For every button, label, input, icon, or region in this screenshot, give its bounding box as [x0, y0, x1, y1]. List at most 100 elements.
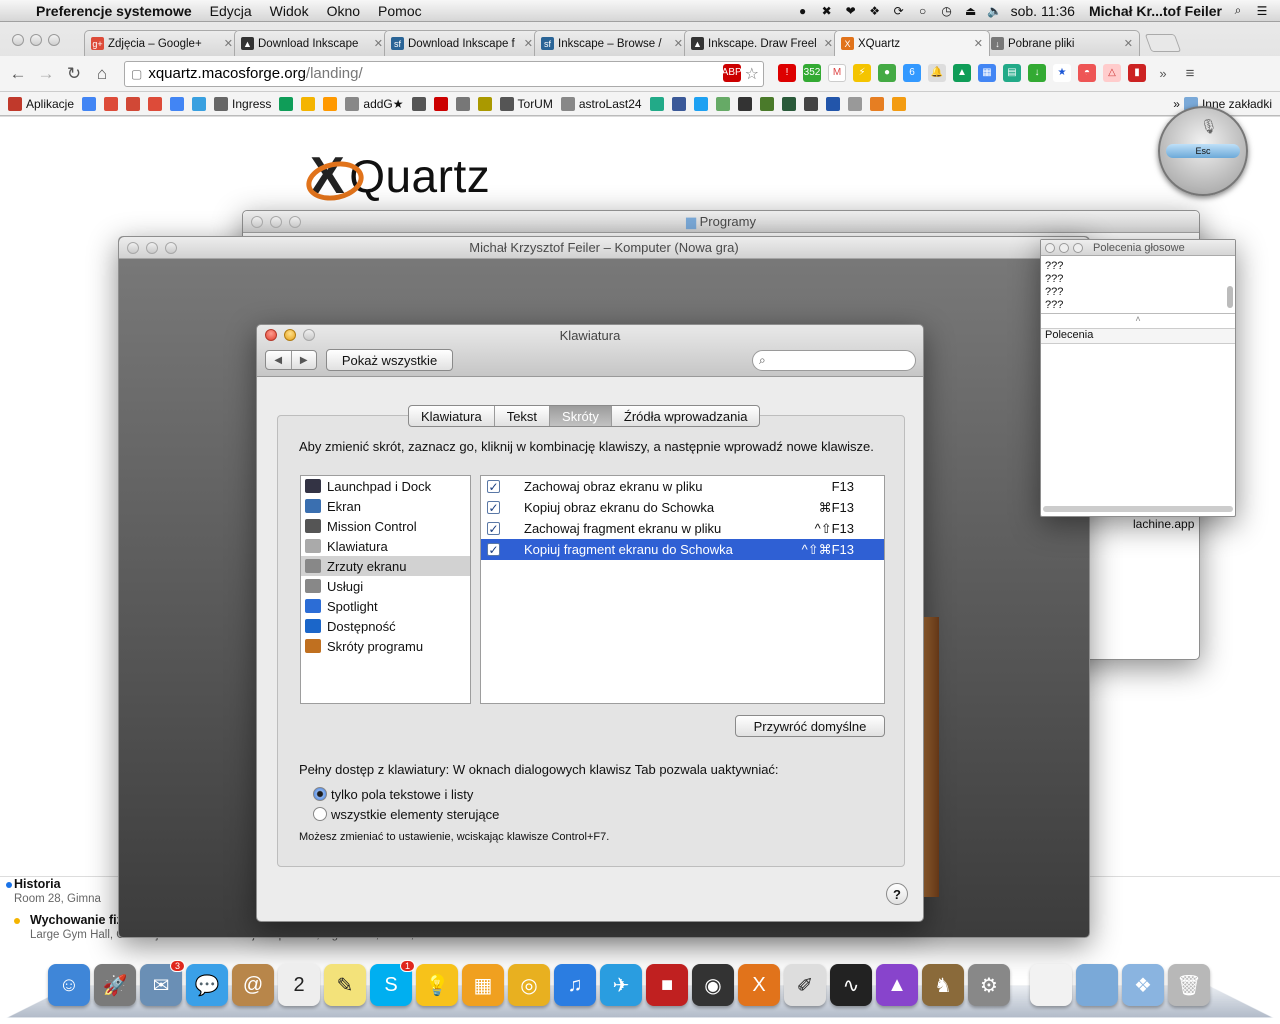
extension-icon[interactable]: ⚡: [853, 63, 871, 82]
browser-tab[interactable]: ▲ Download Inkscape ✕: [234, 30, 390, 56]
bookmark-item[interactable]: [104, 96, 119, 111]
tab-0[interactable]: Klawiatura: [409, 406, 494, 426]
close-button[interactable]: [1045, 242, 1055, 253]
bell-icon[interactable]: 🔔: [928, 63, 946, 82]
bookmark-item[interactable]: [192, 96, 207, 111]
bookmark-item[interactable]: addG★: [345, 96, 404, 111]
menu-help[interactable]: Pomoc: [369, 3, 431, 19]
menu-app-name[interactable]: Preferencje systemowe: [27, 3, 201, 19]
category-item[interactable]: Launchpad i Dock: [301, 476, 470, 496]
tab-close-icon[interactable]: ✕: [824, 37, 833, 50]
shortcut-key[interactable]: ^⇧⌘F13: [794, 542, 884, 558]
bookmark-item[interactable]: [869, 96, 884, 111]
bookmark-item[interactable]: [126, 96, 141, 111]
close-button[interactable]: [265, 329, 277, 341]
dock-contacts-icon[interactable]: @: [232, 964, 274, 1006]
help-button[interactable]: ?: [886, 883, 908, 905]
browser-tab[interactable]: sf Download Inkscape f ✕: [384, 30, 540, 56]
tab-1[interactable]: Tekst: [493, 406, 549, 426]
bookmark-item[interactable]: [693, 96, 708, 111]
new-tab-button[interactable]: [1144, 34, 1182, 52]
bookmark-item[interactable]: Aplikacje: [8, 96, 74, 111]
scrollbar[interactable]: [1043, 506, 1233, 512]
tab-close-icon[interactable]: ✕: [374, 37, 383, 50]
dock-office-icon[interactable]: ■: [646, 964, 688, 1006]
extension-icon[interactable]: ▤: [1003, 63, 1021, 82]
dock-document-icon[interactable]: [1030, 964, 1072, 1006]
dock-calendar-icon[interactable]: 2: [278, 964, 320, 1006]
eject-icon[interactable]: ⏏: [963, 3, 979, 19]
drive-icon[interactable]: ▲: [953, 63, 971, 82]
time-machine-icon[interactable]: ◷: [939, 3, 955, 19]
zoom-button[interactable]: [289, 215, 301, 228]
bookmark-star-icon[interactable]: ☆: [745, 64, 759, 84]
dock-messages-icon[interactable]: 💬: [186, 964, 228, 1006]
extension-icon[interactable]: ●: [878, 63, 896, 82]
category-item[interactable]: Spotlight: [301, 596, 470, 616]
minimize-button[interactable]: [270, 215, 282, 228]
dock-grid-icon[interactable]: ▦: [462, 964, 504, 1006]
bookmark-item[interactable]: [301, 96, 316, 111]
tab-close-icon[interactable]: ✕: [224, 37, 233, 50]
show-all-button[interactable]: Pokaż wszystkie: [326, 349, 453, 371]
dock-dropbox-icon[interactable]: ❖: [1122, 964, 1164, 1006]
home-icon[interactable]: ⌂: [92, 64, 112, 84]
bookmark-item[interactable]: [433, 96, 448, 111]
radio-button[interactable]: [313, 807, 327, 821]
extension-icon[interactable]: 352: [803, 63, 821, 82]
shortcut-list[interactable]: ✓ Zachowaj obraz ekranu w pliku F13 ✓ Kopiuj…: [480, 475, 885, 704]
tab-close-icon[interactable]: ✕: [674, 37, 683, 50]
spoken-lines-list[interactable]: ??? ??? ??? ???: [1041, 256, 1235, 314]
menu-clock[interactable]: sob. 11:36: [1011, 3, 1075, 19]
forward-button[interactable]: ▶: [290, 351, 317, 369]
tab-3[interactable]: Źródła wprowadzania: [610, 406, 760, 426]
status-icon[interactable]: ✖: [819, 3, 835, 19]
extension-icon[interactable]: △: [1103, 63, 1121, 82]
bookmark-item[interactable]: [847, 96, 862, 111]
bookmark-item[interactable]: [715, 96, 730, 111]
dock-script-icon[interactable]: ✐: [784, 964, 826, 1006]
minimize-button[interactable]: [284, 329, 296, 341]
dock-itunes-icon[interactable]: ♫: [554, 964, 596, 1006]
extension-icon[interactable]: 6: [903, 63, 921, 82]
browser-tab[interactable]: ↓ Pobrane pliki ✕: [984, 30, 1140, 56]
bookmark-item[interactable]: [759, 96, 774, 111]
browser-tab[interactable]: sf Inkscape – Browse / ✕: [534, 30, 690, 56]
category-list[interactable]: Launchpad i Dock Ekran Mission Control Klaw…: [300, 475, 471, 704]
splitter-handle[interactable]: ˄: [1041, 314, 1235, 328]
bookmark-item[interactable]: [671, 96, 686, 111]
extension-icon[interactable]: !: [778, 63, 796, 82]
shortcut-checkbox[interactable]: ✓: [487, 522, 500, 536]
zoom-button[interactable]: [303, 329, 315, 341]
minimize-button[interactable]: [146, 241, 158, 254]
star-icon[interactable]: ★: [1053, 63, 1071, 82]
tab-2[interactable]: Skróty: [549, 406, 611, 426]
shortcut-checkbox[interactable]: ✓: [487, 501, 500, 515]
dropbox-icon[interactable]: ❖: [867, 3, 883, 19]
bookmark-item[interactable]: [323, 96, 338, 111]
bookmark-item[interactable]: [411, 96, 426, 111]
category-item[interactable]: Ekran: [301, 496, 470, 516]
notification-center-icon[interactable]: ☰: [1254, 3, 1270, 19]
status-icon[interactable]: ❤: [843, 3, 859, 19]
bookmark-item[interactable]: [781, 96, 796, 111]
shortcut-key[interactable]: ⌘F13: [794, 500, 884, 516]
speech-feedback-window[interactable]: Esc 🎙: [1158, 106, 1248, 196]
bookmark-item[interactable]: [148, 96, 163, 111]
dock-folder-icon[interactable]: [1076, 964, 1118, 1006]
forward-icon[interactable]: →: [36, 64, 56, 84]
close-button[interactable]: [127, 241, 139, 254]
scrollbar[interactable]: [1227, 286, 1233, 308]
gmail-icon[interactable]: M: [828, 63, 846, 82]
category-item[interactable]: Dostępność: [301, 616, 470, 636]
category-item[interactable]: Skróty programu: [301, 636, 470, 656]
dock-launchpad-icon[interactable]: 🚀: [94, 964, 136, 1006]
dock-activity-icon[interactable]: ∿: [830, 964, 872, 1006]
tab-close-icon[interactable]: ✕: [524, 37, 533, 50]
agenda-item[interactable]: Historia Room 28, Gimna: [6, 877, 101, 905]
search-field[interactable]: ⌕: [752, 350, 916, 371]
dock-steam-icon[interactable]: ◉: [692, 964, 734, 1006]
extension-icon[interactable]: ↓: [1028, 63, 1046, 82]
calendar-icon[interactable]: ▦: [978, 63, 996, 82]
bookmark-item[interactable]: TorUM: [499, 96, 553, 111]
